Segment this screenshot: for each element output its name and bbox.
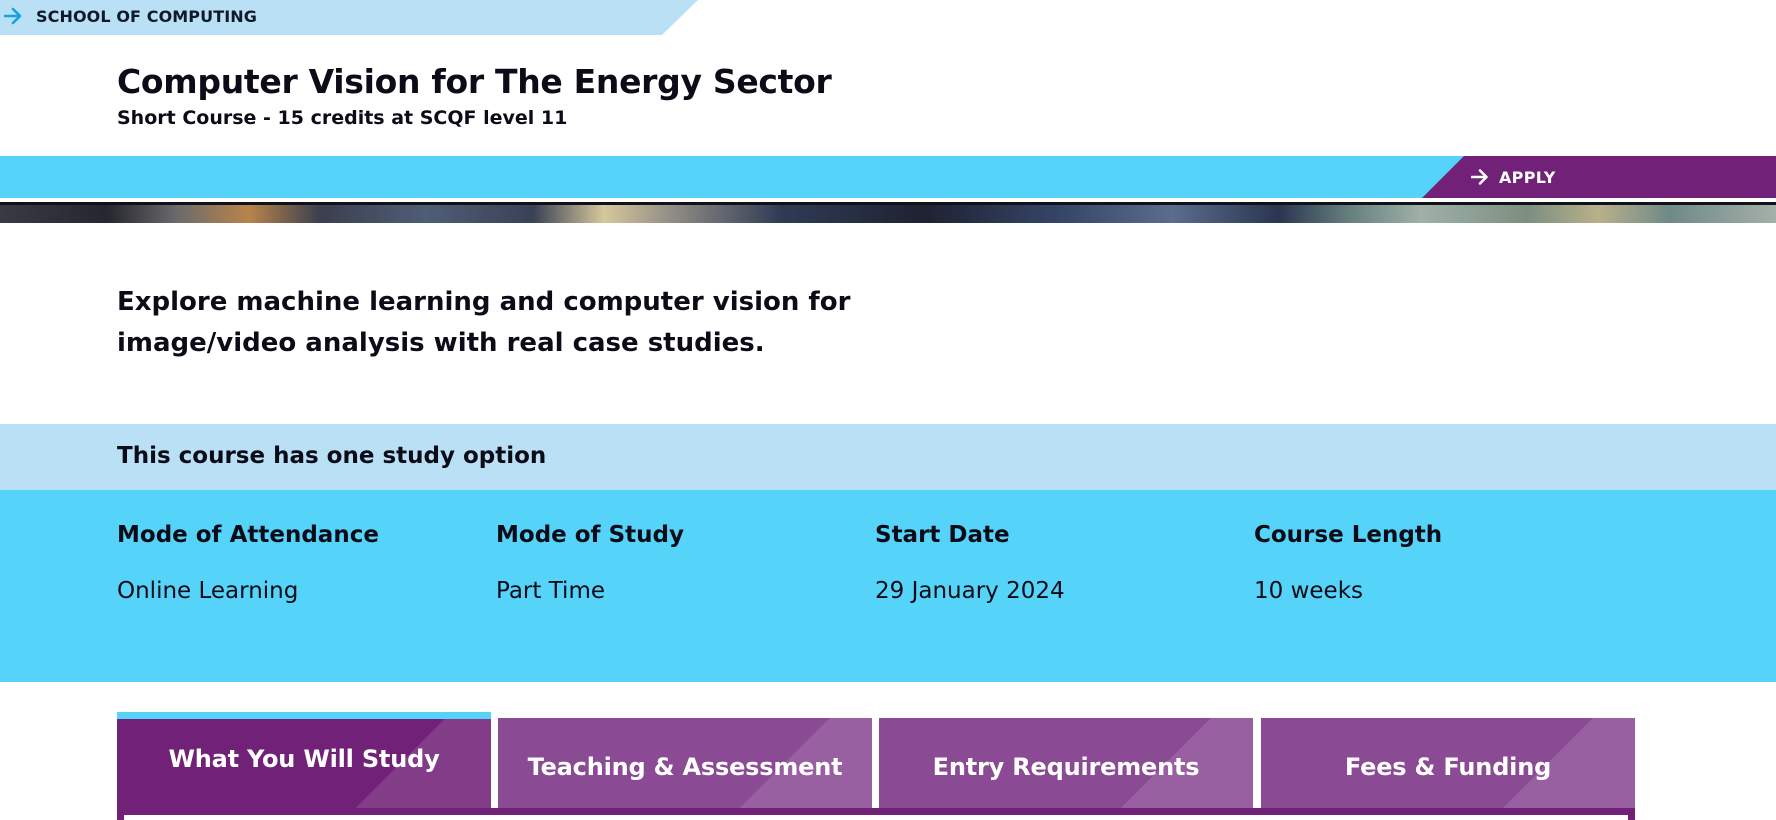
detail-mode-of-study: Mode of Study Part Time (496, 522, 856, 604)
study-option-heading: This course has one study option (117, 443, 547, 469)
detail-heading: Mode of Study (496, 522, 684, 548)
detail-heading: Mode of Attendance (117, 522, 379, 548)
study-option-header: This course has one study option (0, 424, 1776, 490)
tab-fees-funding[interactable]: Fees & Funding (1261, 718, 1635, 814)
school-link[interactable]: SCHOOL OF COMPUTING (4, 5, 257, 27)
apply-label: APPLY (1499, 167, 1556, 187)
apply-button[interactable]: APPLY (1422, 156, 1776, 198)
course-tabs: What You Will Study Teaching & Assessmen… (117, 712, 1635, 820)
tab-label: Teaching & Assessment (527, 753, 843, 781)
hero-image (0, 202, 1776, 223)
tab-entry-requirements[interactable]: Entry Requirements (879, 718, 1253, 814)
school-label: SCHOOL OF COMPUTING (36, 6, 258, 26)
tab-label: Fees & Funding (1344, 753, 1552, 781)
tab-teaching-assessment[interactable]: Teaching & Assessment (498, 718, 872, 814)
detail-course-length: Course Length 10 weeks (1254, 522, 1614, 604)
study-option-details: Mode of Attendance Online Learning Mode … (0, 490, 1776, 682)
detail-value: Part Time (496, 578, 606, 604)
arrow-right-icon (4, 7, 22, 25)
detail-value: Online Learning (117, 578, 299, 604)
detail-heading: Start Date (875, 522, 1010, 548)
tab-label: Entry Requirements (932, 753, 1200, 781)
course-subtitle: Short Course - 15 credits at SCQF level … (117, 107, 568, 129)
detail-mode-of-attendance: Mode of Attendance Online Learning (117, 522, 477, 604)
detail-heading: Course Length (1254, 522, 1443, 548)
arrow-right-icon (1471, 169, 1488, 185)
detail-value: 10 weeks (1254, 578, 1363, 604)
tab-label: What You Will Study (168, 745, 440, 773)
course-intro: Explore machine learning and computer vi… (117, 287, 851, 358)
page-title: Computer Vision for The Energy Sector (117, 62, 832, 101)
tab-what-you-will-study[interactable]: What You Will Study (117, 712, 491, 814)
detail-value: 29 January 2024 (875, 578, 1065, 604)
tab-panel (117, 808, 1635, 820)
detail-start-date: Start Date 29 January 2024 (875, 522, 1235, 604)
